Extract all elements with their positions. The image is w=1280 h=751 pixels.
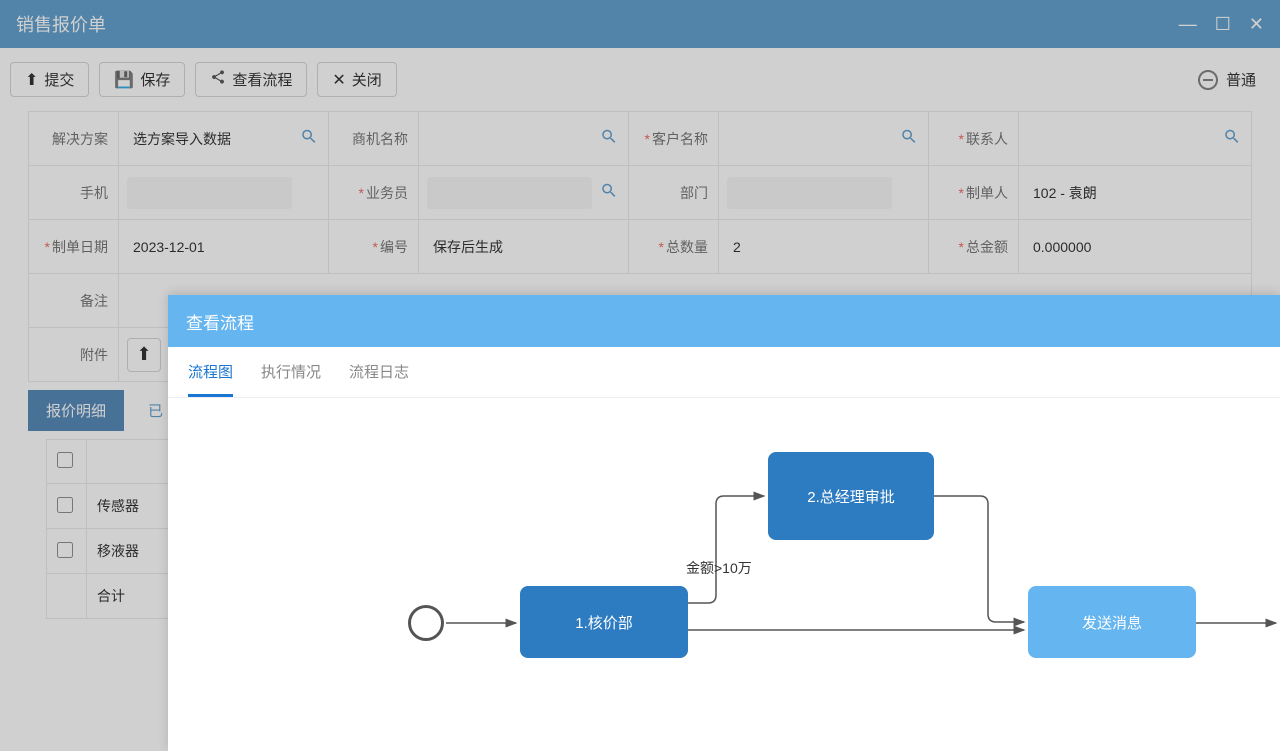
modal-tabs: 流程图 执行情况 流程日志: [168, 347, 1280, 398]
modal-tab-flowchart[interactable]: 流程图: [188, 361, 233, 397]
modal-tab-execution[interactable]: 执行情况: [261, 361, 321, 397]
flow-start-node[interactable]: [408, 605, 444, 641]
flow-node-2[interactable]: 2.总经理审批: [768, 452, 934, 540]
flow-canvas: 1.核价部 2.总经理审批 发送消息 金额>10万: [168, 398, 1280, 738]
modal-title: 查看流程: [168, 295, 1280, 347]
flow-condition-label: 金额>10万: [686, 558, 752, 578]
modal-tab-log[interactable]: 流程日志: [349, 361, 409, 397]
flow-node-3[interactable]: 发送消息: [1028, 586, 1196, 658]
flow-modal: 查看流程 流程图 执行情况 流程日志: [168, 295, 1280, 751]
flow-node-1[interactable]: 1.核价部: [520, 586, 688, 658]
